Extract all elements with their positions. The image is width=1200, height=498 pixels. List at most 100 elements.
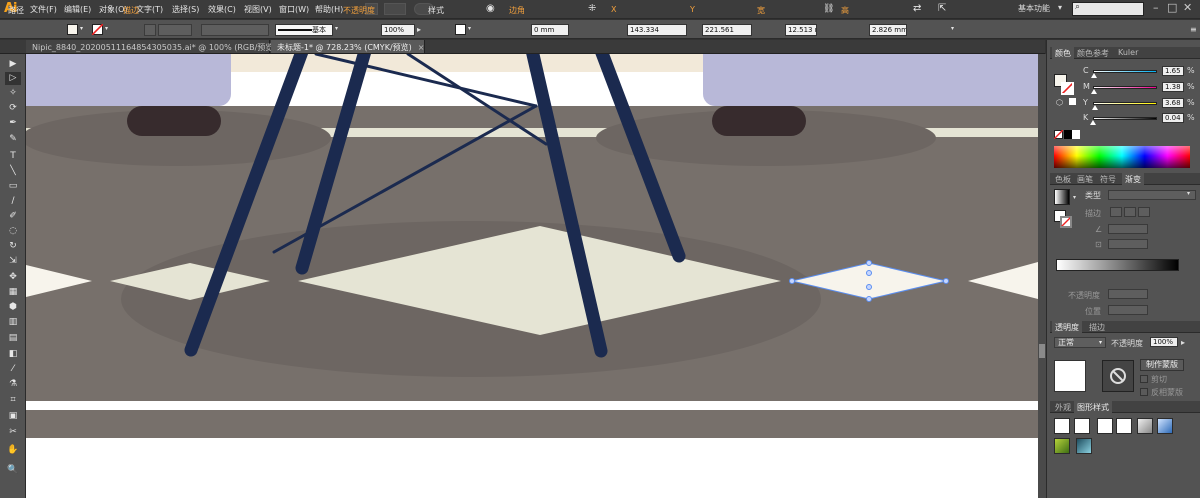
- eyedropper-tool-icon[interactable]: ⁄: [5, 363, 21, 376]
- rotate-tool-icon[interactable]: ↻: [5, 240, 21, 253]
- arrange-documents-icon[interactable]: [384, 3, 406, 15]
- fill-swatch[interactable]: [67, 24, 78, 35]
- channel-c-slider[interactable]: [1093, 70, 1157, 73]
- corner-radius-input[interactable]: 0 mm: [531, 24, 569, 36]
- web-safe-swatch[interactable]: [1069, 98, 1076, 105]
- chevron-right-icon[interactable]: ▸: [417, 25, 421, 34]
- graphic-style-shadow[interactable]: [1116, 418, 1132, 434]
- channel-y-slider[interactable]: [1093, 102, 1157, 105]
- black-swatch[interactable]: [1064, 130, 1072, 139]
- isolate-icon[interactable]: ⇱: [938, 3, 946, 14]
- invert-mask-checkbox[interactable]: [1140, 388, 1148, 396]
- magic-wand-tool-icon[interactable]: ✧: [5, 87, 21, 100]
- corner-label[interactable]: 边角: [509, 5, 525, 16]
- height-input[interactable]: 2.826 mm: [869, 24, 907, 36]
- paintbrush-tool-icon[interactable]: ∕: [5, 195, 21, 208]
- pen-tool-icon[interactable]: ✒: [5, 117, 21, 130]
- restore-button[interactable]: □: [1167, 1, 1177, 14]
- tab-color-guide[interactable]: 颜色参考: [1074, 47, 1112, 59]
- brush-definition[interactable]: 基本: [275, 24, 333, 36]
- tab-appearance[interactable]: 外观: [1052, 401, 1074, 413]
- tab-symbols[interactable]: 符号: [1097, 173, 1119, 185]
- menu-file[interactable]: 文件(F): [30, 4, 57, 15]
- tab-kuler[interactable]: Kuler: [1115, 47, 1141, 59]
- recolor-artwork-icon[interactable]: ◉: [486, 3, 495, 14]
- make-mask-button[interactable]: 制作蒙版: [1140, 359, 1184, 371]
- menu-window[interactable]: 窗口(W): [279, 4, 309, 15]
- workspace-switcher[interactable]: 基本功能: [1018, 3, 1050, 14]
- gradient-tool-icon[interactable]: ◧: [5, 348, 21, 361]
- menu-edit[interactable]: 编辑(E): [64, 4, 91, 15]
- hand-tool-icon[interactable]: ✋: [5, 444, 21, 457]
- gradient-aspect-input[interactable]: [1108, 239, 1148, 249]
- transform-icon[interactable]: ⇄: [913, 3, 921, 14]
- tab-brushes[interactable]: 画笔: [1074, 173, 1096, 185]
- width-input[interactable]: 12.513 mm: [785, 24, 817, 36]
- column-graph-tool-icon[interactable]: ▥: [5, 316, 21, 329]
- channel-m-input[interactable]: 1.38: [1162, 82, 1184, 92]
- none-swatch[interactable]: [1054, 130, 1063, 139]
- blob-brush-tool-icon[interactable]: ◌: [5, 225, 21, 238]
- variable-width-profile[interactable]: [201, 24, 269, 36]
- type-tool-icon[interactable]: T: [5, 150, 21, 163]
- x-position-input[interactable]: 143.334: [627, 24, 687, 36]
- menu-type[interactable]: 文字(T): [136, 4, 163, 15]
- free-transform-tool-icon[interactable]: ✥: [5, 271, 21, 284]
- mesh-tool-icon[interactable]: ▤: [5, 332, 21, 345]
- stroke-weight-field[interactable]: [158, 24, 192, 36]
- chevron-down-icon[interactable]: ▾: [1058, 3, 1062, 12]
- transparency-opacity-input[interactable]: 100%: [1150, 337, 1178, 347]
- chevron-down-icon[interactable]: ▾: [105, 25, 108, 32]
- tab-gradient[interactable]: 渐变: [1122, 173, 1144, 185]
- graphic-style-swatch[interactable]: [455, 24, 466, 35]
- gradient-slider[interactable]: [1056, 259, 1179, 271]
- opacity-label[interactable]: 不透明度: [343, 5, 375, 16]
- graphic-style-green[interactable]: [1054, 438, 1070, 454]
- scrollbar-thumb[interactable]: [1039, 344, 1045, 358]
- channel-c-input[interactable]: 1.65: [1162, 66, 1184, 76]
- channel-m-thumb[interactable]: [1090, 89, 1097, 94]
- stroke-gradient-option-1[interactable]: [1110, 207, 1122, 217]
- graphic-style-white[interactable]: [1097, 418, 1113, 434]
- y-position-input[interactable]: 221.561: [702, 24, 752, 36]
- lasso-tool-icon[interactable]: ⟳: [5, 102, 21, 115]
- document-tab-active[interactable]: 未标题-1* @ 728.23% (CMYK/预览) ×: [271, 40, 425, 53]
- artboard-tool-icon[interactable]: ▣: [5, 410, 21, 423]
- chevron-down-icon[interactable]: ▾: [468, 25, 471, 32]
- chevron-down-icon[interactable]: ▾: [1187, 190, 1190, 197]
- stroke-swatch[interactable]: [92, 24, 103, 35]
- tab-stroke[interactable]: 描边: [1086, 321, 1108, 333]
- gradient-angle-input[interactable]: [1108, 224, 1148, 234]
- chevron-down-icon[interactable]: ▾: [951, 25, 954, 32]
- channel-m-slider[interactable]: [1093, 86, 1157, 89]
- panel-menu-icon[interactable]: ≡: [1190, 25, 1197, 34]
- y-label[interactable]: Y: [690, 5, 695, 14]
- line-tool-icon[interactable]: ╲: [5, 165, 21, 178]
- graphic-style-default[interactable]: [1054, 418, 1070, 434]
- zoom-tool-icon[interactable]: 🔍: [5, 464, 21, 477]
- opacity-input[interactable]: 100%: [381, 24, 415, 36]
- menu-help[interactable]: 帮助(H): [315, 4, 343, 15]
- gradient-stroke-swatch[interactable]: [1060, 216, 1072, 228]
- channel-c-thumb[interactable]: [1091, 73, 1098, 78]
- graphic-style-teal[interactable]: [1076, 438, 1092, 454]
- menu-select[interactable]: 选择(S): [172, 4, 199, 15]
- minimize-button[interactable]: –: [1153, 1, 1159, 14]
- scissors-tool-icon[interactable]: ✂: [5, 426, 21, 439]
- reference-point-icon[interactable]: ⁜: [588, 3, 596, 14]
- close-icon[interactable]: ×: [418, 43, 425, 52]
- chevron-right-icon[interactable]: ▸: [1181, 338, 1185, 347]
- cube-icon[interactable]: ⬡: [1056, 98, 1063, 107]
- vertical-scrollbar[interactable]: [1038, 54, 1046, 498]
- gradient-preview[interactable]: [1054, 189, 1070, 205]
- color-spectrum[interactable]: [1054, 146, 1190, 168]
- help-search-input[interactable]: [1072, 2, 1144, 16]
- tab-color[interactable]: 颜色: [1052, 47, 1074, 59]
- stroke-gradient-option-2[interactable]: [1124, 207, 1136, 217]
- symbol-sprayer-tool-icon[interactable]: ▦: [5, 286, 21, 299]
- tab-transparency[interactable]: 透明度: [1052, 321, 1082, 333]
- graphic-style-bevel[interactable]: [1137, 418, 1153, 434]
- x-label[interactable]: X: [611, 5, 616, 14]
- gradient-position-input[interactable]: [1108, 305, 1148, 315]
- tab-graphic-styles[interactable]: 图形样式: [1074, 401, 1112, 413]
